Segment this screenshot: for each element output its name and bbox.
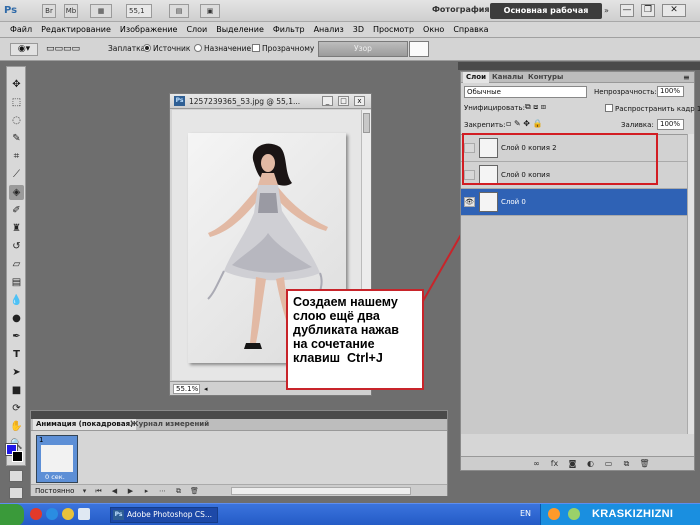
delete-frame-icon[interactable]: 🗑 — [189, 486, 200, 496]
eye-icon[interactable]: 👁 — [464, 197, 475, 207]
tab-paths[interactable]: Контуры — [525, 72, 566, 83]
fill-field[interactable]: 100% — [657, 119, 684, 130]
tween-icon[interactable]: ⋯ — [157, 486, 168, 496]
new-group-icon[interactable]: ▭ — [603, 459, 614, 469]
layer-thumbnail — [479, 192, 498, 212]
callout-line-1: Создаем нашему — [293, 295, 398, 309]
unify-label: Унифицировать: — [464, 104, 525, 112]
opacity-label: Непрозрачность: — [594, 88, 657, 96]
previous-frame-icon[interactable]: ◀ — [109, 486, 120, 496]
folder-icon[interactable] — [62, 508, 74, 520]
animation-controls: Постоянно ▾ ⏮ ◀ ▶ ▸ ⋯ ⧉ 🗑 — [31, 484, 447, 496]
layer-style-icon[interactable]: fx — [549, 459, 560, 469]
loop-select[interactable]: Постоянно — [35, 487, 74, 495]
frame-thumbnail — [41, 445, 73, 472]
highlight-box — [462, 133, 658, 185]
animation-frame[interactable]: 1 0 сек. — [36, 435, 78, 483]
ie-icon[interactable] — [46, 508, 58, 520]
panel-dock-header[interactable] — [458, 62, 700, 70]
callout-line-5: клавиш Ctrl+J — [293, 351, 383, 365]
panel-menu-icon[interactable]: ≡ — [683, 73, 690, 82]
new-layer-icon[interactable]: ⧉ — [621, 459, 632, 469]
frame-delay[interactable]: 0 сек. — [45, 473, 65, 481]
blend-mode-select[interactable]: Обычные — [464, 86, 587, 98]
callout-line-3: дубликата нажав — [293, 323, 399, 337]
loop-dropdown-icon[interactable]: ▾ — [79, 486, 90, 496]
tab-layers[interactable]: Слои — [463, 72, 489, 83]
start-button[interactable] — [0, 504, 24, 525]
adjustment-layer-icon[interactable]: ◐ — [585, 459, 596, 469]
link-layers-icon[interactable]: ∞ — [531, 459, 542, 469]
duplicate-frame-icon[interactable]: ⧉ — [173, 486, 184, 496]
unify-icons[interactable]: ⧉ ⧈ ⧆ — [525, 102, 546, 112]
tab-measurement-log[interactable]: Журнал измерений — [127, 419, 212, 430]
layers-panel: Слои Каналы Контуры ≡ Обычные Непрозрачн… — [460, 71, 700, 471]
animation-dock-header[interactable] — [31, 411, 447, 419]
tray-network-icon[interactable] — [568, 508, 580, 520]
layer-name: Слой 0 — [501, 198, 526, 206]
lock-label: Закрепить: — [464, 121, 506, 129]
windows-taskbar: Adobe Photoshop CS... EN KRASKIZHIZNI — [0, 503, 700, 525]
callout-line-2: слою ещё два — [293, 309, 380, 323]
delete-layer-icon[interactable]: 🗑 — [639, 459, 650, 469]
frame-number: 1 — [39, 436, 44, 444]
layer-row-layer-0[interactable]: 👁 Слой 0 — [461, 189, 687, 216]
opera-icon[interactable] — [30, 508, 42, 520]
layers-panel-tabs: Слои Каналы Контуры ≡ — [461, 72, 694, 83]
opacity-field[interactable]: 100% — [657, 86, 684, 97]
add-mask-icon[interactable]: ◙ — [567, 459, 578, 469]
play-icon[interactable]: ▶ — [125, 486, 136, 496]
callout-line-4: на сочетание — [293, 337, 375, 351]
instruction-callout: Создаем нашему слою ещё два дубликата на… — [286, 289, 424, 390]
layers-panel-footer: ∞ fx ◙ ◐ ▭ ⧉ 🗑 — [461, 456, 694, 470]
animation-panel: Анимация (покадровая) Журнал измерений 1… — [30, 410, 448, 496]
animation-scrollbar[interactable] — [231, 487, 411, 495]
explorer-icon[interactable] — [78, 508, 90, 520]
language-indicator[interactable]: EN — [520, 509, 531, 518]
layers-scrollbar[interactable] — [687, 134, 694, 434]
first-frame-icon[interactable]: ⏮ — [93, 486, 104, 496]
animation-panel-tabs: Анимация (покадровая) Журнал измерений — [31, 419, 447, 431]
tray-app-icon[interactable] — [548, 508, 560, 520]
site-watermark: KRASKIZHIZNI — [592, 508, 674, 520]
fill-label: Заливка: — [621, 121, 654, 129]
propagate-checkbox[interactable]: Распространить кадр 1 — [605, 104, 700, 113]
next-frame-icon[interactable]: ▸ — [141, 486, 152, 496]
tab-channels[interactable]: Каналы — [489, 72, 526, 83]
tab-animation[interactable]: Анимация (покадровая) — [33, 419, 137, 430]
taskbar-photoshop-button[interactable]: Adobe Photoshop CS... — [110, 507, 218, 523]
lock-icons[interactable]: ▫ ✎ ✥ 🔒 — [506, 119, 542, 128]
